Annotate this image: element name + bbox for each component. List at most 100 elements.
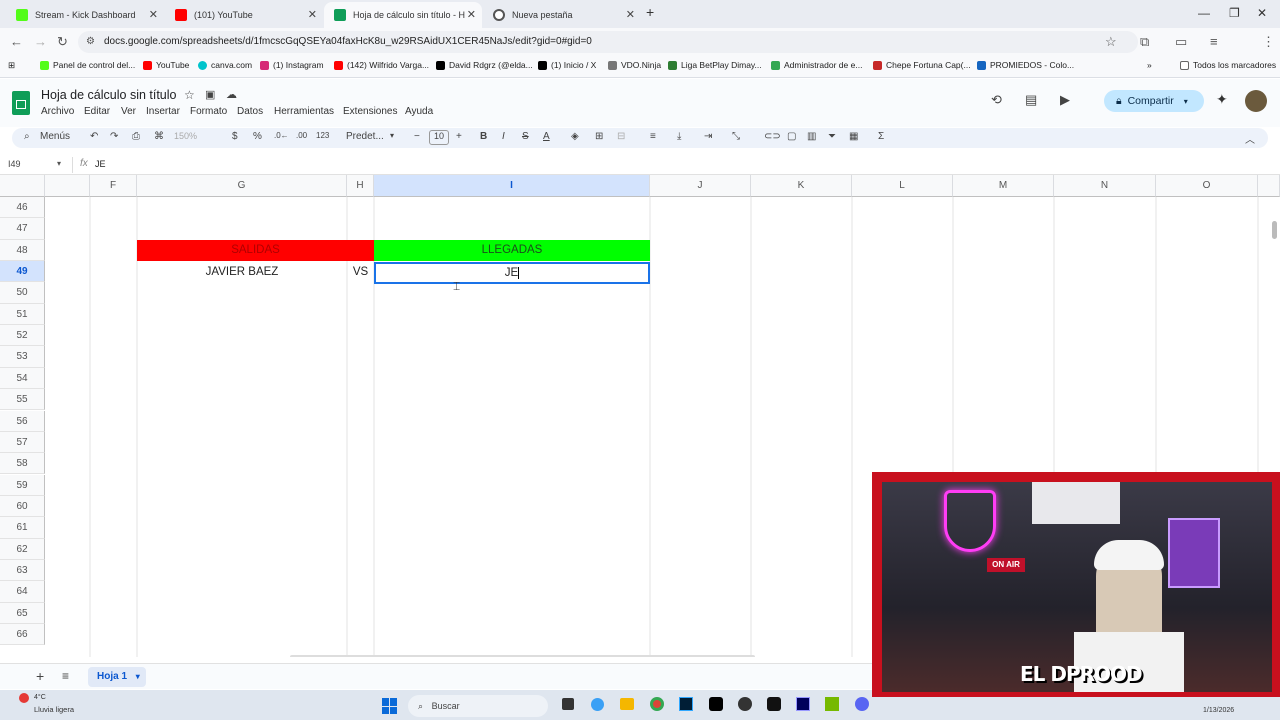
all-sheets-icon[interactable]: ≡ xyxy=(62,669,69,683)
italic-icon[interactable]: I xyxy=(502,131,505,142)
menu-ayuda[interactable]: Ayuda xyxy=(405,106,433,117)
bold-icon[interactable]: B xyxy=(480,131,487,142)
close-icon[interactable]: ✕ xyxy=(149,8,158,21)
capcut-icon[interactable] xyxy=(709,697,723,711)
search-icon[interactable]: ⌕ xyxy=(24,131,30,142)
row-header[interactable]: 65 xyxy=(0,602,45,624)
font-select[interactable]: Predet... xyxy=(346,131,384,142)
formula-input[interactable]: JE xyxy=(95,159,106,169)
row-header[interactable]: 58 xyxy=(0,453,45,475)
menu-insertar[interactable]: Insertar xyxy=(146,106,180,117)
site-info-icon[interactable]: ⚙ xyxy=(86,31,95,53)
menu-ver[interactable]: Ver xyxy=(121,106,136,117)
sheet-tab-hoja1[interactable]: Hoja 1 ▾ xyxy=(88,667,146,687)
more-icon[interactable]: ⋮ xyxy=(1262,34,1275,50)
strikethrough-icon[interactable]: S xyxy=(522,131,529,142)
file-explorer-icon[interactable] xyxy=(620,698,634,710)
redo-icon[interactable]: ↷ xyxy=(110,131,118,142)
bookmark-item[interactable]: Todos los marcadores xyxy=(1180,60,1276,70)
vertical-scrollbar[interactable] xyxy=(1272,221,1277,239)
row-header[interactable]: 50 xyxy=(0,282,45,304)
apps-icon[interactable]: ⊞ xyxy=(8,60,15,71)
bookmark-item[interactable]: (1) Instagram xyxy=(260,60,324,70)
row-header[interactable]: 53 xyxy=(0,346,45,368)
tab-youtube[interactable]: (101) YouTube ✕ xyxy=(165,2,323,28)
obs-icon[interactable] xyxy=(738,697,752,711)
decrease-decimal-button[interactable]: .0← xyxy=(274,131,289,140)
row-header[interactable]: 60 xyxy=(0,495,45,518)
borders-icon[interactable]: ⊞ xyxy=(595,131,603,142)
horizontal-scrollbar[interactable] xyxy=(290,655,755,657)
discord-icon[interactable] xyxy=(855,697,869,711)
bookmark-item[interactable]: David Rdgrz (@elda... xyxy=(436,60,533,70)
avatar[interactable] xyxy=(1245,90,1267,112)
new-tab-icon[interactable]: + xyxy=(646,4,654,20)
add-sheet-icon[interactable]: + xyxy=(36,668,44,684)
restore-icon[interactable]: ❐ xyxy=(1229,6,1240,20)
name-box[interactable]: I49 xyxy=(8,159,21,169)
valign-icon[interactable]: ⤓ xyxy=(677,131,681,142)
row-header[interactable]: 48 xyxy=(0,239,45,261)
row-header[interactable]: 46 xyxy=(0,197,45,219)
cell-player[interactable]: JAVIER BAEZ xyxy=(137,262,347,283)
row-header[interactable]: 62 xyxy=(0,538,45,560)
print-icon[interactable]: ⎙ xyxy=(132,131,140,142)
row-header[interactable]: 66 xyxy=(0,624,45,646)
task-view-icon[interactable] xyxy=(562,698,574,710)
menu-archivo[interactable]: Archivo xyxy=(41,106,74,117)
gemini-icon[interactable]: ✦ xyxy=(1216,91,1228,108)
row-header[interactable]: 63 xyxy=(0,559,45,582)
bookmark-item[interactable]: Chepe Fortuna Cap(... xyxy=(873,60,971,70)
star-icon[interactable]: ☆ xyxy=(184,88,195,102)
nvidia-icon[interactable] xyxy=(825,697,839,711)
url-field[interactable]: ⚙ docs.google.com/spreadsheets/d/1fmcscG… xyxy=(78,31,1138,53)
rotate-icon[interactable]: ⤡ xyxy=(732,131,740,142)
meet-icon[interactable]: ▶ xyxy=(1060,92,1070,108)
row-header[interactable]: 56 xyxy=(0,410,45,432)
close-icon[interactable]: ✕ xyxy=(626,8,635,21)
font-size-decrease-icon[interactable]: − xyxy=(414,131,420,142)
close-icon[interactable]: ✕ xyxy=(467,8,476,21)
menu-herramientas[interactable]: Herramientas xyxy=(274,106,334,117)
row-header[interactable]: 51 xyxy=(0,303,45,326)
cell-vs[interactable]: VS xyxy=(347,262,374,283)
forward-icon[interactable]: → xyxy=(34,34,47,49)
chrome-icon[interactable] xyxy=(650,697,664,711)
filter-icon[interactable]: ⏷ xyxy=(828,131,836,142)
undo-icon[interactable]: ↶ xyxy=(90,131,98,142)
share-button[interactable]: 🔒︎ Compartir ▾ xyxy=(1104,90,1204,112)
bookmark-item[interactable]: YouTube xyxy=(143,60,189,70)
increase-decimal-button[interactable]: .00 xyxy=(296,131,307,140)
number-format-button[interactable]: 123 xyxy=(316,131,329,140)
move-folder-icon[interactable]: ▣ xyxy=(205,88,215,101)
row-header[interactable]: 52 xyxy=(0,325,45,347)
filter-views-icon[interactable]: ▦ xyxy=(849,131,858,142)
align-icon[interactable]: ≡ xyxy=(650,131,656,142)
chevron-down-icon[interactable]: ▾ xyxy=(57,159,61,168)
comments-icon[interactable]: ▤ xyxy=(1025,92,1037,108)
font-size-input[interactable]: 10 xyxy=(429,130,449,145)
weather-text[interactable]: Lluvia ligera xyxy=(34,705,74,714)
star-icon[interactable]: ☆ xyxy=(1105,34,1117,50)
cell-editing[interactable]: JE xyxy=(374,262,650,284)
collapse-icon[interactable]: ︿ xyxy=(1245,131,1255,146)
bookmark-item[interactable]: Administrador de e... xyxy=(771,60,862,70)
cast-icon[interactable]: ▭ xyxy=(1175,34,1187,50)
menu-search[interactable]: Menús xyxy=(40,131,70,142)
tab-sheets[interactable]: Hoja de cálculo sin título - Hoja ✕ xyxy=(324,2,482,28)
after-effects-icon[interactable] xyxy=(796,697,810,711)
close-window-icon[interactable]: ✕ xyxy=(1257,6,1267,20)
bookmark-item[interactable]: (142) Wilfrido Varga... xyxy=(334,60,429,70)
bookmark-item[interactable]: Liga BetPlay Dimay... xyxy=(668,60,762,70)
chevron-right-icon[interactable]: » xyxy=(1147,60,1152,70)
taskbar-search[interactable]: ⌕ Buscar xyxy=(408,695,548,717)
cell-salidas[interactable]: SALIDAS xyxy=(137,240,374,261)
windows-start-icon[interactable] xyxy=(382,698,398,714)
menu-datos[interactable]: Datos xyxy=(237,106,263,117)
tiktok-icon[interactable] xyxy=(767,697,781,711)
row-header[interactable]: 55 xyxy=(0,389,45,411)
functions-icon[interactable]: Σ xyxy=(878,131,884,142)
bookmark-item[interactable]: Panel de control del... xyxy=(40,60,135,70)
menu-extensiones[interactable]: Extensiones xyxy=(343,106,397,117)
history-icon[interactable]: ⟲ xyxy=(991,92,1002,108)
